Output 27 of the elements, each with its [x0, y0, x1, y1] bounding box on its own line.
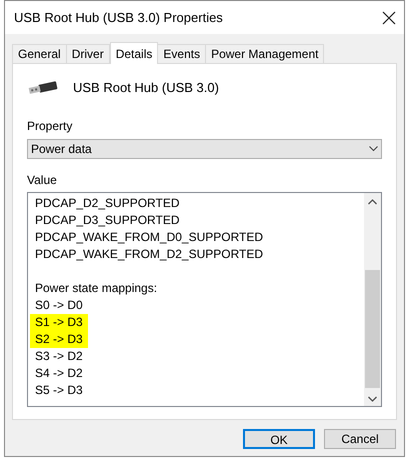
value-line: PDCAP_D2_SUPPORTED [35, 195, 180, 212]
scroll-down-icon[interactable] [368, 396, 377, 402]
tab[interactable]: General [12, 44, 67, 63]
window-title: USB Root Hub (USB 3.0) Properties [14, 8, 223, 27]
value-line: S4 -> D2 [35, 365, 83, 382]
device-name: USB Root Hub (USB 3.0) [73, 79, 219, 98]
value-line: PDCAP_WAKE_FROM_D2_SUPPORTED [35, 246, 264, 263]
value-line: S3 -> D2 [35, 348, 83, 365]
scrollbar[interactable] [364, 193, 381, 406]
property-dropdown[interactable]: Power data [27, 139, 382, 159]
value-label: Value [27, 172, 58, 189]
scrollbar-thumb[interactable] [365, 270, 380, 388]
usb-plug-icon [27, 80, 59, 96]
dialog-button[interactable]: Cancel [324, 429, 396, 449]
chevron-down-icon [369, 146, 378, 152]
value-line: Power state mappings: [35, 280, 158, 297]
value-line: S0 -> D0 [35, 297, 83, 314]
dialog-button[interactable]: OK [243, 429, 315, 449]
tab[interactable]: Driver [66, 44, 110, 63]
close-icon[interactable] [382, 10, 396, 24]
value-line: S5 -> D3 [35, 382, 83, 399]
tab[interactable]: Power Management [205, 44, 324, 63]
value-line: PDCAP_WAKE_FROM_D0_SUPPORTED [35, 229, 264, 246]
tab[interactable]: Details [110, 42, 158, 64]
property-label: Property [27, 118, 74, 135]
scroll-up-icon[interactable] [368, 199, 377, 205]
value-line: PDCAP_D3_SUPPORTED [35, 212, 180, 229]
